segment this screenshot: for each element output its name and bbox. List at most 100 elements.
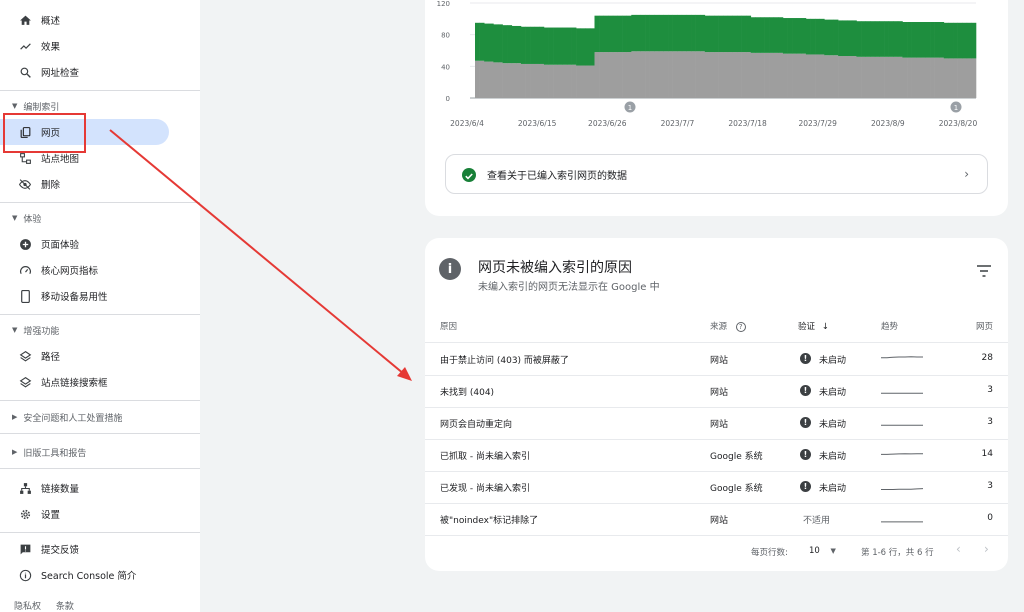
rows-per-page-select[interactable]: 10 ▼ — [809, 546, 836, 556]
header-source[interactable]: 来源 ? — [710, 320, 746, 332]
bar-segment — [920, 57, 926, 98]
section-indexing[interactable]: ▼ 编制索引 — [12, 98, 59, 114]
nav-sitelinks-searchbox[interactable]: 站点链接搜索框 — [0, 369, 200, 395]
bar-segment — [907, 22, 912, 58]
bar-segment — [562, 64, 568, 98]
bar-segment — [833, 55, 839, 98]
help-icon[interactable]: ? — [735, 322, 746, 332]
bar-segment — [704, 52, 710, 98]
source-cell: Google 系统 — [710, 484, 763, 494]
bar-segment — [741, 52, 747, 98]
bar-segment — [654, 51, 660, 98]
bar-segment — [962, 58, 968, 98]
bar-segment — [497, 24, 503, 63]
bar-segment — [934, 57, 940, 98]
bar-segment — [539, 63, 545, 98]
nav-label: 站点地图 — [41, 154, 80, 165]
trend-sparkline — [881, 424, 923, 426]
bar-segment — [686, 51, 692, 98]
bar-segment — [870, 21, 876, 57]
feedback-icon — [18, 542, 32, 556]
bar-segment — [511, 25, 517, 64]
bar-segment — [502, 25, 508, 64]
bar-segment — [649, 51, 655, 98]
bar-segment — [948, 58, 954, 98]
bar-segment — [750, 17, 756, 53]
section-security[interactable]: ▶ 安全问题和人工处置措施 — [12, 409, 122, 425]
nav-about[interactable]: Search Console 简介 — [0, 562, 200, 588]
nav-mobile-usability[interactable]: 移动设备易用性 — [0, 283, 200, 309]
nav-settings[interactable]: 设置 — [0, 501, 200, 527]
nav-overview[interactable]: 概述 — [0, 7, 200, 33]
bar-segment — [654, 14, 660, 52]
bar-segment — [520, 26, 526, 64]
bar-segment — [589, 28, 595, 66]
bar-segment — [704, 15, 710, 53]
divider — [0, 90, 200, 91]
bar-segment — [865, 56, 871, 98]
bar-segment — [530, 26, 536, 64]
header-validation[interactable]: 验证 ↓ — [798, 320, 829, 332]
bar-segment — [681, 51, 687, 98]
nav-label: 效果 — [41, 42, 61, 53]
header-pages[interactable]: 网页 — [976, 320, 993, 332]
bar-segment — [897, 56, 903, 98]
source-cell: Google 系统 — [710, 452, 763, 462]
annotation-marker-label: 1 — [628, 104, 632, 112]
filter-icon[interactable] — [977, 265, 991, 277]
section-label: 旧版工具和报告 — [23, 448, 87, 459]
bar-segment — [769, 17, 775, 53]
bar-segment — [911, 22, 917, 58]
terms-link[interactable]: 条款 — [56, 602, 74, 612]
bar-segment — [966, 22, 972, 59]
add-circle-icon — [18, 237, 32, 251]
nav-page-experience[interactable]: 页面体验 — [0, 231, 200, 257]
bar-segment — [714, 52, 719, 98]
section-legacy-tools[interactable]: ▶ 旧版工具和报告 — [12, 444, 86, 460]
nav-url-inspection[interactable]: 网址检查 — [0, 59, 200, 85]
validation-cell: 未启动 — [819, 356, 847, 366]
nav-breadcrumbs[interactable]: 路径 — [0, 343, 200, 369]
x-tick-label: 2023/8/9 — [871, 119, 905, 128]
bar-segment — [732, 15, 738, 53]
nav-removals[interactable]: 删除 — [0, 171, 200, 197]
header-reason[interactable]: 原因 — [440, 320, 457, 332]
indexed-pages-link[interactable]: 查看关于已编入索引网页的数据 › — [445, 154, 988, 194]
bar-segment — [755, 17, 761, 53]
search-icon — [18, 65, 32, 79]
bar-segment — [939, 22, 945, 58]
bar-segment — [475, 60, 480, 98]
privacy-link[interactable]: 隐私权 — [14, 602, 41, 612]
validation-cell: 未启动 — [819, 452, 847, 462]
prev-page-button[interactable]: ‹ — [956, 542, 961, 556]
bar-segment — [645, 51, 650, 98]
next-page-button[interactable]: › — [984, 542, 989, 556]
bar-segment — [851, 20, 857, 57]
bar-segment — [479, 60, 485, 98]
bar-segment — [939, 57, 945, 98]
bar-segment — [842, 20, 848, 57]
section-enhancements[interactable]: ▼ 增强功能 — [12, 322, 59, 338]
bar-segment — [828, 19, 834, 56]
nav-performance[interactable]: 效果 — [0, 33, 200, 59]
nav-core-web-vitals[interactable]: 核心网页指标 — [0, 257, 200, 283]
bar-segment — [534, 26, 540, 64]
bar-segment — [649, 14, 655, 52]
section-experience[interactable]: ▼ 体验 — [12, 210, 41, 226]
nav-label: 站点链接搜索框 — [41, 378, 108, 389]
divider — [0, 400, 200, 401]
bar-segment — [677, 14, 683, 52]
bar-segment — [824, 55, 830, 98]
divider — [0, 433, 200, 434]
nav-links[interactable]: 链接数量 — [0, 475, 200, 501]
collapse-icon: ▼ — [12, 214, 18, 222]
nav-feedback[interactable]: 提交反馈 — [0, 536, 200, 562]
card-subtitle: 未编入索引的网页无法显示在 Google 中 — [478, 282, 660, 293]
bar-segment — [925, 22, 931, 58]
home-icon — [18, 13, 32, 27]
bar-segment — [566, 64, 572, 98]
bar-segment — [796, 53, 802, 98]
bar-segment — [851, 56, 857, 98]
gear-icon — [18, 507, 32, 521]
bar-segment — [736, 52, 742, 98]
